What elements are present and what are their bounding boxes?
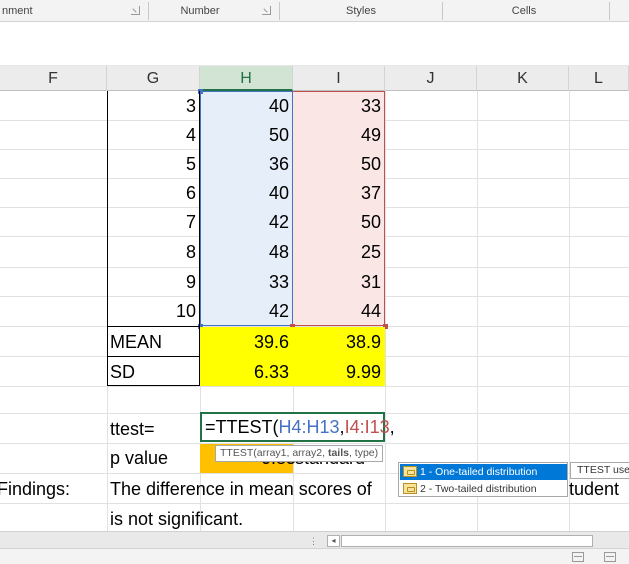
autocomplete-item-label: 2 - Two-tailed distribution (420, 483, 537, 495)
table-cell-i[interactable]: 25 (293, 237, 385, 267)
column-header-f[interactable]: F (0, 66, 107, 91)
alignment-dialog-launcher-icon[interactable] (131, 6, 140, 15)
table-cell-i[interactable]: 50 (293, 149, 385, 179)
sd-label[interactable]: SD (107, 357, 200, 387)
column-header-k[interactable]: K (477, 66, 569, 91)
column-header-row: F G H I J K L (0, 66, 629, 91)
column-header-i[interactable]: I (293, 66, 385, 91)
ribbon-group-labels: nment Number Styles Cells (0, 0, 629, 22)
ribbon-group-cells-label: Cells (511, 5, 537, 17)
ribbon-separator (279, 2, 280, 20)
pvalue-label[interactable]: p value (107, 443, 200, 473)
ttest-label[interactable]: ttest= (107, 414, 200, 444)
status-bar (0, 548, 629, 564)
findings-label[interactable]: Findings: (0, 474, 107, 504)
formula-range2: I4:I13 (344, 417, 390, 437)
table-cell-h[interactable]: 33 (200, 267, 293, 297)
table-cell-h[interactable]: 50 (200, 120, 293, 150)
table-cell-g[interactable]: 3 (107, 91, 200, 121)
table-cell-h[interactable]: 40 (200, 91, 293, 121)
autocomplete-item-label: 1 - One-tailed distribution (420, 466, 538, 478)
formula-comma2: , (389, 417, 395, 437)
findings-text-line1[interactable]: The difference in mean scores of (107, 474, 397, 504)
mean-value-i[interactable]: 38.9 (293, 327, 385, 357)
scroll-left-arrow-icon[interactable]: ◂ (327, 535, 340, 547)
table-cell-h[interactable]: 36 (200, 149, 293, 179)
autocomplete-item-one-tailed[interactable]: 1 - One-tailed distribution (400, 464, 567, 480)
table-cell-h[interactable]: 42 (200, 207, 293, 237)
table-cell-h[interactable]: 42 (200, 296, 293, 326)
table-cell-i[interactable]: 49 (293, 120, 385, 150)
enum-value-icon (403, 483, 417, 494)
formula-range1: H4:H13 (278, 417, 340, 437)
tooltip-text-after: , type) (348, 447, 379, 459)
table-cell-i[interactable]: 44 (293, 296, 385, 326)
sheet-tab-bar: ⋮ ◂ (0, 531, 629, 548)
column-header-j[interactable]: J (385, 66, 477, 91)
ribbon-group-alignment-label: nment (2, 5, 33, 17)
tooltip-current-arg: tails (327, 447, 349, 459)
sd-value-h[interactable]: 6.33 (200, 357, 293, 387)
enum-value-icon (403, 466, 417, 477)
sd-value-i[interactable]: 9.99 (293, 357, 385, 387)
findings-text-line2[interactable]: is not significant. (107, 504, 397, 534)
number-dialog-launcher-icon[interactable] (262, 6, 271, 15)
table-cell-g[interactable]: 9 (107, 267, 200, 297)
table-cell-h[interactable]: 48 (200, 237, 293, 267)
table-cell-g[interactable]: 10 (107, 296, 200, 326)
table-cell-g[interactable]: 5 (107, 149, 200, 179)
table-cell-g[interactable]: 4 (107, 120, 200, 150)
function-argument-tooltip[interactable]: TTEST(array1, array2, tails, type) (215, 445, 384, 462)
table-cell-i[interactable]: 50 (293, 207, 385, 237)
table-cell-g[interactable]: 8 (107, 237, 200, 267)
table-cell-g[interactable]: 6 (107, 178, 200, 208)
mean-value-h[interactable]: 39.6 (200, 327, 293, 357)
autocomplete-description-tip: TTEST uses (570, 462, 629, 479)
formula-prefix: =TTEST( (205, 417, 279, 437)
column-header-l[interactable]: L (569, 66, 629, 91)
page-layout-view-icon[interactable] (604, 552, 616, 562)
table-cell-g[interactable]: 7 (107, 207, 200, 237)
mean-label[interactable]: MEAN (107, 327, 200, 357)
ribbon-separator (148, 2, 149, 20)
tab-split-handle-icon[interactable]: ⋮ (309, 536, 318, 547)
autocomplete-item-two-tailed[interactable]: 2 - Two-tailed distribution (400, 481, 567, 497)
tooltip-text-before: TTEST(array1, array2, (220, 447, 328, 459)
column-header-h[interactable]: H (200, 66, 293, 91)
table-cell-i[interactable]: 31 (293, 267, 385, 297)
horizontal-scrollbar[interactable] (341, 535, 593, 547)
active-formula-cell[interactable]: =TTEST(H4:H13,I4:I13, (200, 412, 395, 442)
ribbon-separator (442, 2, 443, 20)
ribbon-group-styles-label: Styles (346, 5, 376, 17)
table-cell-i[interactable]: 33 (293, 91, 385, 121)
autocomplete-list[interactable]: 1 - One-tailed distribution 2 - Two-tail… (398, 462, 568, 497)
gridline (385, 91, 386, 531)
normal-view-icon[interactable] (572, 552, 584, 562)
ribbon-collapsed-area (0, 22, 629, 66)
table-cell-i[interactable]: 37 (293, 178, 385, 208)
table-cell-h[interactable]: 40 (200, 178, 293, 208)
ribbon-separator (609, 2, 610, 20)
ribbon-group-number-label: Number (180, 5, 220, 17)
column-header-g[interactable]: G (107, 66, 200, 91)
